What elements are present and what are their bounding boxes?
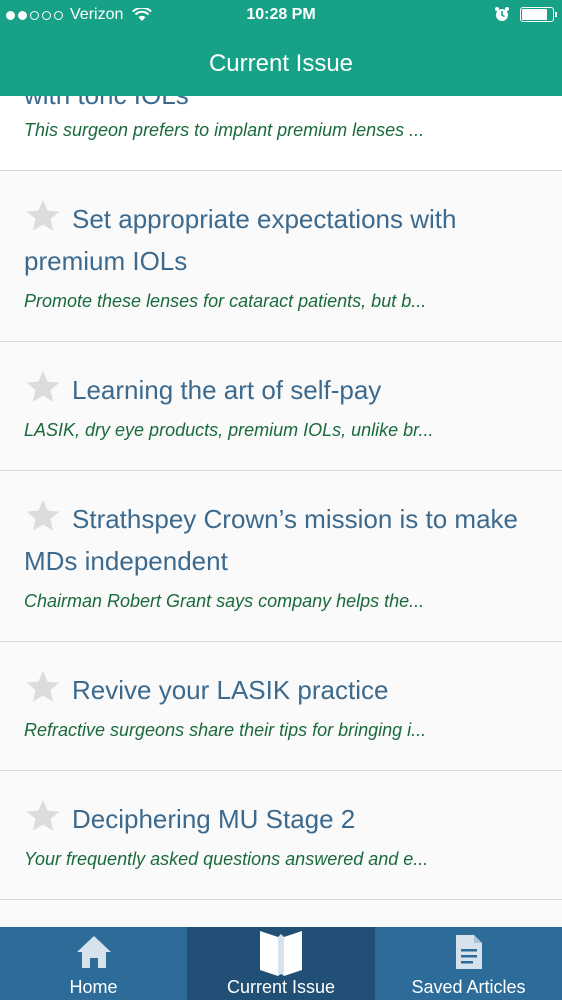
star-icon[interactable] (24, 668, 62, 706)
article-row[interactable]: with toric IOLs This surgeon prefers to … (0, 96, 562, 171)
article-row[interactable] (0, 900, 562, 927)
article-title: with toric IOLs (0, 96, 209, 116)
article-description: Refractive surgeons share their tips for… (24, 720, 427, 740)
article-title-wrap: Set appropriate expectations with premiu… (0, 171, 562, 282)
tab-saved-articles[interactable]: Saved Articles (375, 927, 562, 1000)
status-bar: Verizon 10:28 PM (0, 0, 562, 32)
article-title-wrap: Strathspey Crown’s mission is to make MD… (0, 471, 562, 582)
tab-home[interactable]: Home (0, 927, 187, 1000)
article-row[interactable]: Learning the art of self-pay LASIK, dry … (0, 342, 562, 471)
article-description: Promote these lenses for cataract patien… (24, 291, 427, 311)
article-title-wrap: Deciphering MU Stage 2 (0, 771, 562, 840)
battery-icon (520, 6, 557, 22)
home-icon (76, 936, 111, 968)
tab-bar: Home Current Issue Saved Articles (0, 927, 562, 1000)
document-icon (455, 935, 482, 969)
nav-bar: Current Issue (0, 32, 562, 96)
book-icon (260, 931, 302, 976)
article-row[interactable]: Set appropriate expectations with premiu… (0, 171, 562, 342)
article-row[interactable]: Revive your LASIK practice Refractive su… (0, 642, 562, 771)
article-description: This surgeon prefers to implant premium … (24, 120, 425, 140)
tab-current-issue[interactable]: Current Issue (187, 927, 375, 1000)
article-description: Chairman Robert Grant says company helps… (24, 591, 425, 611)
star-icon[interactable] (24, 497, 62, 535)
article-description: Your frequently asked questions answered… (24, 849, 429, 869)
clock: 10:28 PM (246, 6, 316, 23)
article-title: Strathspey Crown’s mission is to make MD… (24, 504, 519, 576)
alarm-icon (495, 7, 509, 21)
page-title: Current Issue (208, 50, 354, 77)
article-title: Learning the art of self-pay (72, 375, 382, 405)
tab-label: Current Issue (226, 977, 336, 997)
article-title-wrap: Learning the art of self-pay (0, 342, 562, 411)
article-title: Set appropriate expectations with premiu… (24, 204, 457, 276)
article-list[interactable]: with toric IOLs This surgeon prefers to … (0, 96, 562, 927)
tab-label: Home (69, 977, 118, 997)
article-title-wrap: Revive your LASIK practice (0, 642, 562, 711)
star-icon[interactable] (24, 368, 62, 406)
article-row[interactable]: Strathspey Crown’s mission is to make MD… (0, 471, 562, 642)
article-title: Deciphering MU Stage 2 (72, 804, 356, 834)
article-title: Revive your LASIK practice (72, 675, 389, 705)
star-icon[interactable] (24, 197, 62, 235)
tab-label: Saved Articles (411, 977, 526, 997)
article-description: LASIK, dry eye products, premium IOLs, u… (24, 420, 434, 440)
article-row[interactable]: Deciphering MU Stage 2 Your frequently a… (0, 771, 562, 900)
star-icon[interactable] (24, 797, 62, 835)
